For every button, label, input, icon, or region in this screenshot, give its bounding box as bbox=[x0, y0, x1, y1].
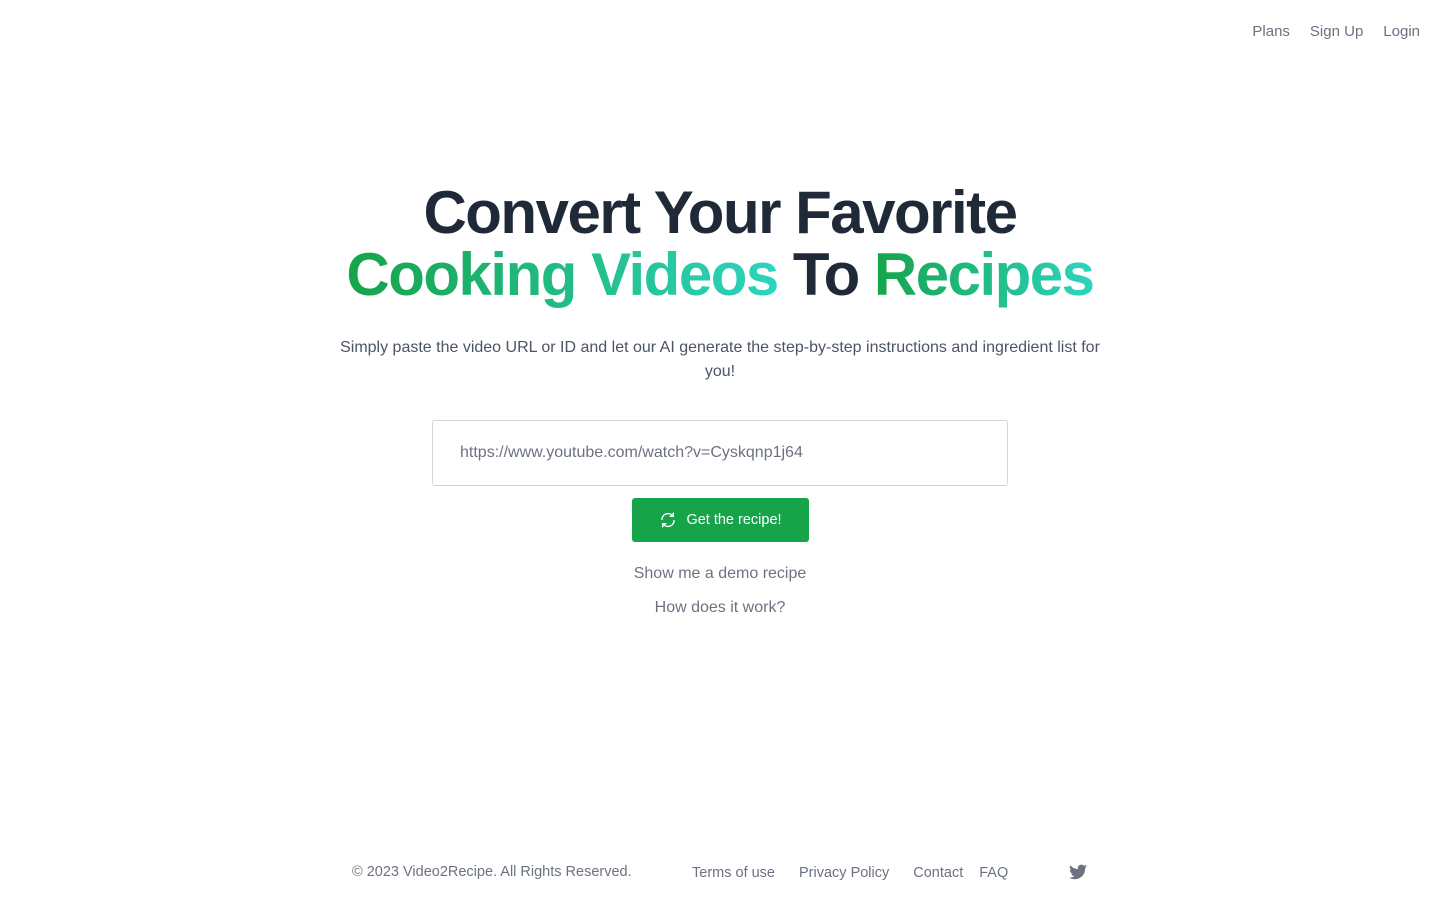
hero-connector: To bbox=[792, 241, 860, 308]
get-recipe-label: Get the recipe! bbox=[686, 512, 782, 528]
footer-contact-link[interactable]: Contact bbox=[913, 863, 963, 883]
hero-subtitle: Simply paste the video URL or ID and let… bbox=[340, 339, 1100, 380]
hero-highlight-cooking-videos: Cooking Videos bbox=[346, 241, 779, 308]
copyright-text: © 2023 Video2Recipe. All Rights Reserved… bbox=[352, 864, 632, 880]
hero-title-line1: Convert Your Favorite bbox=[423, 179, 1018, 246]
hero-highlight-recipes: Recipes bbox=[873, 241, 1095, 308]
footer-faq-link[interactable]: FAQ bbox=[979, 863, 1008, 883]
twitter-icon[interactable] bbox=[1069, 864, 1087, 880]
page: Plans Sign Up Login Convert Your Favorit… bbox=[0, 0, 1440, 900]
top-nav: Plans Sign Up Login bbox=[1252, 22, 1420, 42]
refresh-icon bbox=[659, 511, 677, 529]
nav-plans-link[interactable]: Plans bbox=[1252, 22, 1290, 42]
nav-login-link[interactable]: Login bbox=[1383, 22, 1420, 42]
demo-recipe-link[interactable]: Show me a demo recipe bbox=[0, 563, 1440, 585]
hero: Convert Your Favorite Cooking Videos To … bbox=[0, 182, 1440, 384]
nav-signup-link[interactable]: Sign Up bbox=[1310, 22, 1363, 42]
video-url-input[interactable] bbox=[432, 420, 1008, 486]
footer-terms-link[interactable]: Terms of use bbox=[692, 863, 775, 883]
how-it-works-link[interactable]: How does it work? bbox=[0, 597, 1440, 619]
footer-links: Terms of use Privacy Policy Contact FAQ bbox=[692, 863, 1008, 883]
footer: © 2023 Video2Recipe. All Rights Reserved… bbox=[0, 862, 1440, 884]
get-recipe-button[interactable]: Get the recipe! bbox=[632, 498, 809, 542]
hero-title: Convert Your Favorite Cooking Videos To … bbox=[0, 182, 1440, 306]
footer-privacy-link[interactable]: Privacy Policy bbox=[799, 863, 889, 883]
